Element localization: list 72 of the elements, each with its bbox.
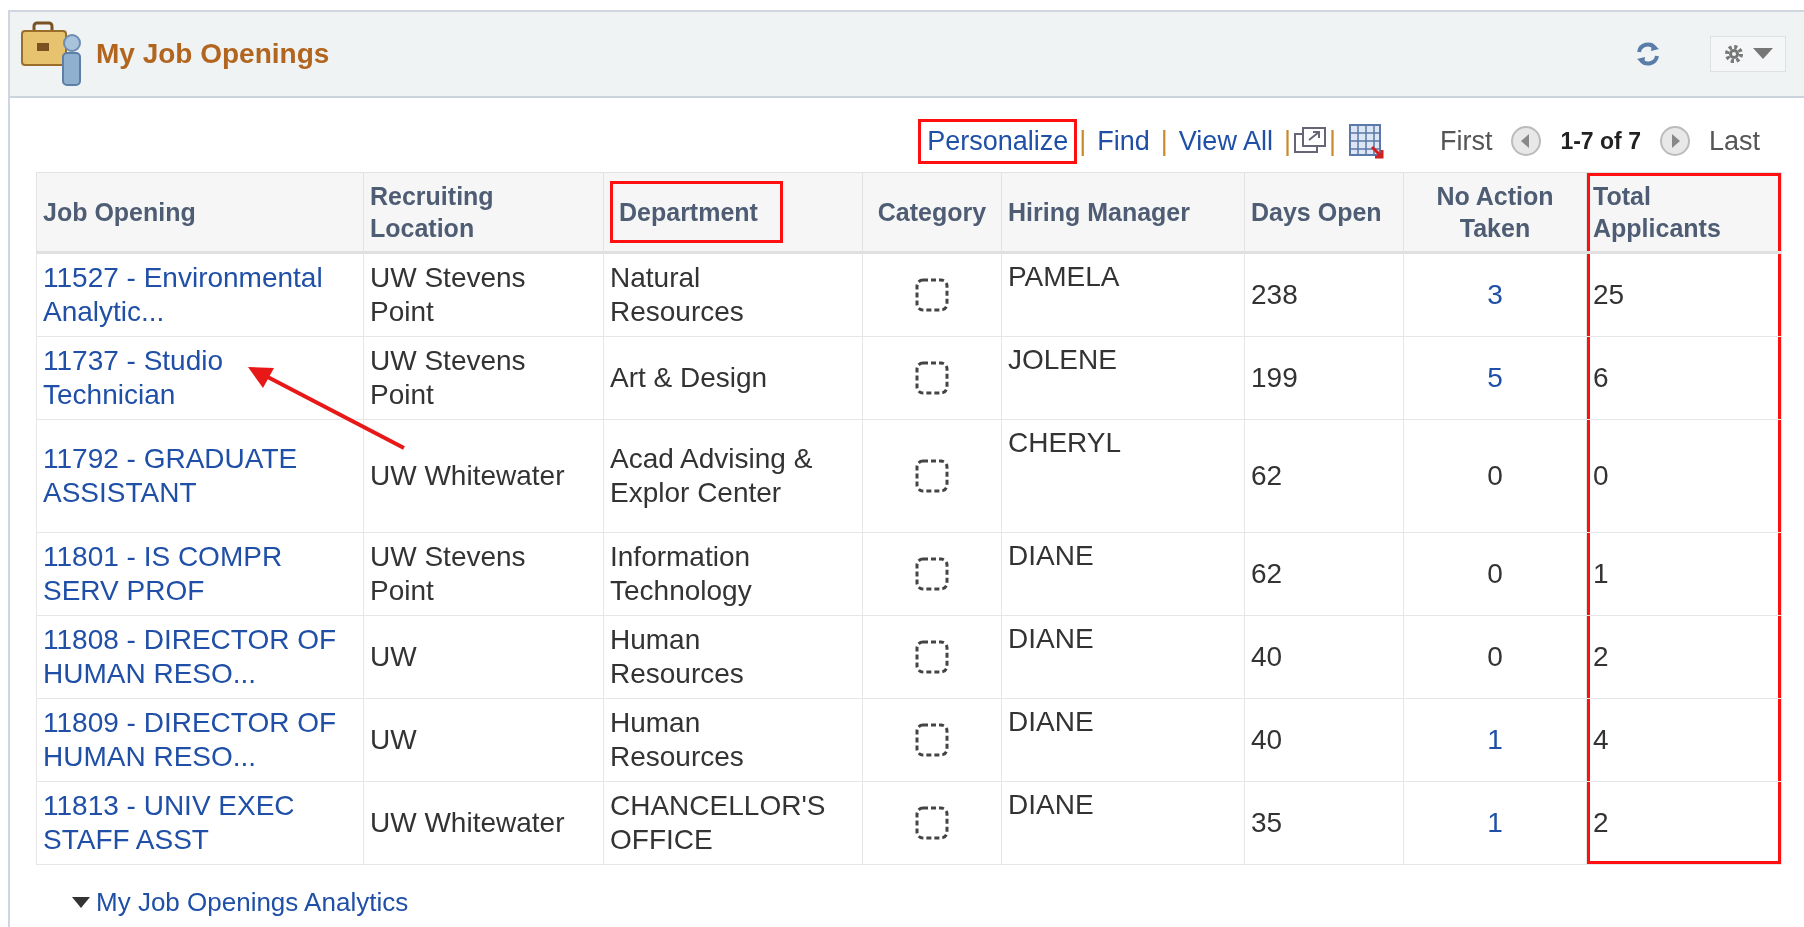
dashed-square-icon[interactable] [914,722,950,759]
separator: | [1327,125,1337,157]
table-cell-text: CHERYL [1008,426,1123,460]
count-link[interactable]: 5 [1487,361,1503,393]
separator: | [1159,125,1169,157]
table-cell-text: 25 [1593,277,1626,312]
page-range: 1-7 of 7 [1559,127,1642,155]
dashed-square-icon[interactable] [914,360,950,397]
caret-down-icon [1753,48,1773,60]
last-label: Last [1707,125,1761,157]
analytics-link[interactable]: My Job Openings Analytics [96,887,409,918]
table-cell-text: DIANE [1008,539,1095,573]
table-cell: 0 [1487,459,1503,491]
table-cell-text: 62 [1251,458,1284,493]
table-cell-text: 62 [1251,556,1284,591]
table-cell-text: 199 [1251,360,1299,395]
toolbar-link[interactable]: Personalize [918,118,1078,164]
table-cell-text: 2 [1593,805,1610,840]
dashed-square-icon[interactable] [914,556,950,593]
dashed-square-icon[interactable] [914,639,950,676]
table-cell-text: 238 [1251,277,1299,312]
count-link[interactable]: 1 [1487,723,1503,755]
dashed-square-icon[interactable] [914,805,950,842]
table-cell-text: JOLENE [1008,343,1118,377]
dashed-square-icon[interactable] [914,458,950,495]
next-button-icon[interactable] [1658,125,1691,157]
table-cell-text: Acad Advising & Explor Center [610,441,814,510]
table-cell-text: DIANE [1008,788,1095,822]
table-cell-text: UW Whitewater [370,458,566,493]
table-cell-text: 40 [1251,722,1284,757]
dashed-square-icon[interactable] [914,277,950,314]
caret-down-icon[interactable] [72,896,90,909]
new-window-icon[interactable] [1292,126,1327,156]
table-cell-text: UW Whitewater [370,805,566,840]
table-cell-text: UW [370,722,418,757]
table-cell-text: 0 [1593,458,1610,493]
table-cell-text: UW Stevens Point [370,343,527,412]
table-cell-text: Human Resources [610,705,745,774]
separator: | [1282,125,1292,157]
table-cell-text: Art & Design [610,360,769,395]
table-cell-text: PAMELA [1008,260,1121,294]
first-label: First [1438,125,1494,157]
table-cell-text: DIANE [1008,622,1095,656]
table-cell-text: UW [370,639,418,674]
spreadsheet-icon[interactable] [1347,123,1386,159]
briefcase-person-icon [20,21,84,87]
table-cell-text: 40 [1251,639,1284,674]
table-cell: 0 [1487,557,1503,589]
table-cell: 0 [1487,640,1503,672]
separator: | [1078,125,1088,157]
previous-button-icon[interactable] [1510,125,1543,157]
table-cell-text: 2 [1593,639,1610,674]
table-cell-text: UW Stevens Point [370,539,527,608]
toolbar-link[interactable]: Find [1088,118,1159,164]
table-cell-text: UW Stevens Point [370,260,527,329]
count-link[interactable]: 1 [1487,806,1503,838]
refresh-icon[interactable] [1634,40,1662,68]
table-cell-text: Human Resources [610,622,745,691]
panel-title: My Job Openings [96,38,330,70]
count-link[interactable]: 3 [1487,278,1503,310]
table-cell-text: 1 [1593,556,1610,591]
table-cell-text: Natural Resources [610,260,745,329]
column-header[interactable]: Department [610,180,783,244]
settings-menu-button[interactable] [1710,36,1786,72]
table-cell-text: CHANCELLOR'S OFFICE [610,788,827,857]
table-cell-text: 6 [1593,360,1610,395]
gear-icon [1723,43,1745,65]
toolbar-link[interactable]: View All [1169,118,1282,164]
table-cell-text: Information Technology [610,539,753,608]
table-cell-text: DIANE [1008,705,1095,739]
table-cell-text: 35 [1251,805,1284,840]
table-cell-text: 4 [1593,722,1610,757]
